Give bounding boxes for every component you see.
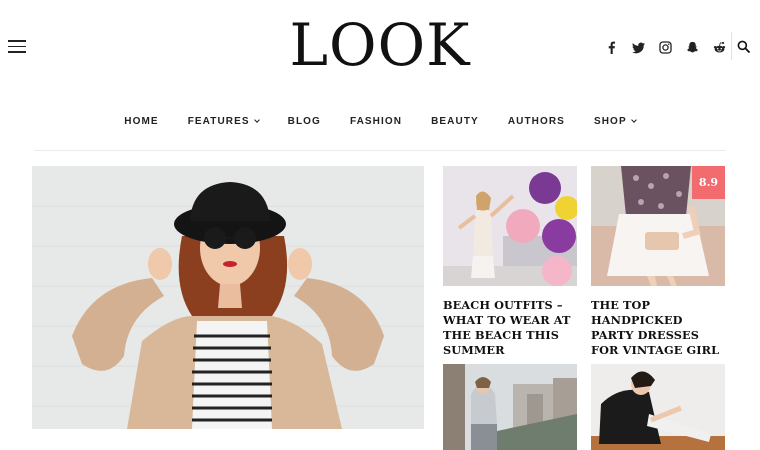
featured-post-image[interactable]: [32, 166, 424, 429]
nav-item-shop[interactable]: SHOP: [594, 116, 637, 127]
post-card[interactable]: [443, 364, 577, 450]
nav-item-home[interactable]: HOME: [124, 116, 158, 127]
facebook-icon[interactable]: [602, 38, 620, 56]
nav-item-fashion[interactable]: FASHION: [350, 116, 402, 127]
post-card[interactable]: 8.9 THE TOP HANDPICKED PARTY DRESSES FOR…: [591, 166, 725, 358]
search-icon: [737, 40, 750, 53]
nav-divider: [34, 150, 726, 151]
post-thumbnail[interactable]: 8.9: [591, 166, 725, 286]
snapchat-icon[interactable]: [683, 38, 701, 56]
twitter-icon[interactable]: [629, 38, 647, 56]
reddit-icon[interactable]: [710, 38, 728, 56]
nav-item-blog[interactable]: BLOG: [288, 116, 321, 127]
chevron-down-icon: [253, 117, 260, 123]
post-thumbnail[interactable]: [443, 364, 577, 450]
post-card[interactable]: [591, 364, 725, 450]
nav-item-features[interactable]: FEATURES: [188, 116, 260, 127]
nav-item-beauty[interactable]: BEAUTY: [431, 116, 479, 127]
instagram-icon[interactable]: [656, 38, 674, 56]
search-button[interactable]: [731, 32, 755, 60]
post-thumbnail[interactable]: [591, 364, 725, 450]
post-title[interactable]: THE TOP HANDPICKED PARTY DRESSES FOR VIN…: [591, 298, 725, 358]
rating-badge: 8.9: [692, 166, 725, 199]
post-card[interactable]: BEACH OUTFITS – WHAT TO WEAR AT THE BEAC…: [443, 166, 577, 358]
nav-item-authors[interactable]: AUTHORS: [508, 116, 565, 127]
main-navigation: HOME FEATURES BLOG FASHION BEAUTY AUTHOR…: [0, 116, 760, 127]
chevron-down-icon: [630, 117, 637, 123]
post-title[interactable]: BEACH OUTFITS – WHAT TO WEAR AT THE BEAC…: [443, 298, 577, 358]
social-links: [602, 38, 737, 56]
post-thumbnail[interactable]: [443, 166, 577, 286]
